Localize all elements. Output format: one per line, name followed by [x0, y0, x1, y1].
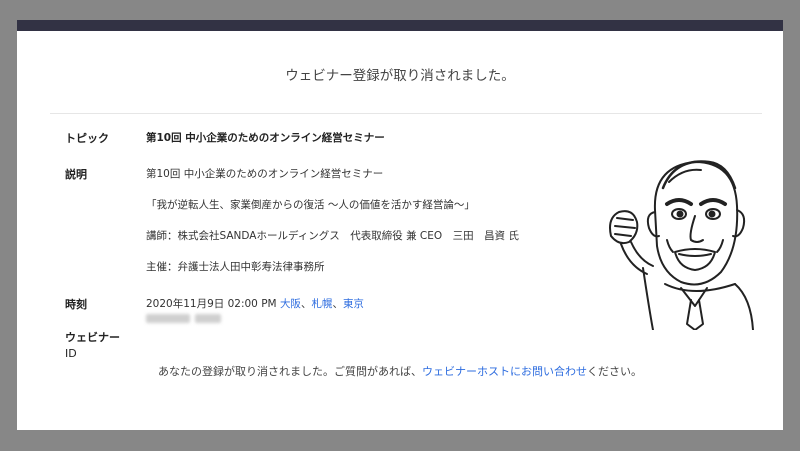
webinar-id-redacted: [146, 314, 190, 323]
separator: 、: [300, 298, 312, 310]
description-line: 第10回 中小企業のためのオンライン経営セミナー: [146, 168, 384, 180]
time-zone-link-tokyo[interactable]: 東京: [343, 298, 364, 310]
contact-host-link[interactable]: ウェビナーホストにお問い合わせ: [422, 365, 587, 378]
topic-value: 第10回 中小企業のためのオンライン経営セミナー: [146, 132, 385, 144]
time-value-row: 2020年11月9日 02:00 PM 大阪、札幌、東京: [146, 296, 364, 311]
webinar-id-label-line2: ID: [65, 347, 77, 360]
webinar-id-redacted: [195, 314, 221, 323]
footer-text-end: ください。: [587, 365, 642, 378]
description-label: 説明: [65, 168, 87, 181]
cancellation-card: ウェビナー登録が取り消されました。 トピック 第10回 中小企業のためのオンライ…: [17, 20, 783, 430]
time-zone-link-osaka[interactable]: 大阪: [280, 298, 301, 310]
presenter-caricature-illustration: [609, 160, 754, 330]
footer-message: あなたの登録が取り消されました。ご質問があれば、ウェビナーホストにお問い合わせく…: [17, 363, 783, 379]
divider: [50, 113, 762, 114]
time-value: 2020年11月9日 02:00 PM: [146, 298, 277, 310]
time-zone-link-sapporo[interactable]: 札幌: [311, 298, 332, 310]
description-line: 主催：弁護士法人田中彰寿法律事務所: [146, 261, 325, 273]
description-line: 講師：株式会社SANDAホールディングス 代表取締役 兼 CEO 三田 昌資 氏: [146, 230, 519, 242]
top-bar: [17, 20, 783, 31]
webinar-id-label-line1: ウェビナー: [65, 331, 120, 344]
time-label: 時刻: [65, 298, 87, 311]
topic-label: トピック: [65, 132, 109, 145]
footer-text: あなたの登録が取り消されました。ご質問があれば、: [158, 365, 422, 378]
page-title: ウェビナー登録が取り消されました。: [285, 68, 515, 84]
webinar-id-label: ウェビナー ID: [65, 330, 120, 362]
description-line: 「我が逆転人生、家業倒産からの復活 ～人の価値を活かす経営論～」: [146, 199, 475, 211]
separator: 、: [332, 298, 343, 310]
